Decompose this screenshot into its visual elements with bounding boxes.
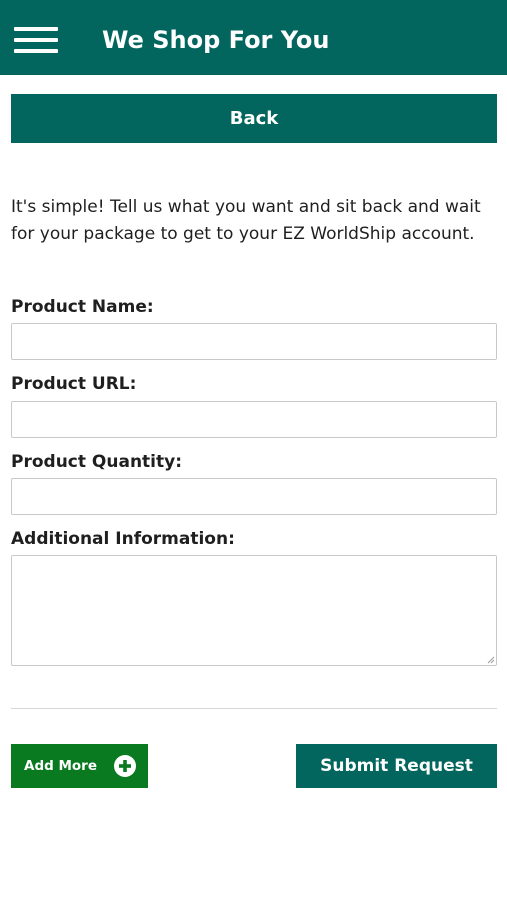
additional-information-textarea[interactable] — [11, 555, 497, 666]
menu-bar-bottom — [14, 49, 58, 53]
menu-bar-middle — [14, 38, 58, 42]
menu-bar-top — [14, 27, 58, 31]
product-quantity-input[interactable] — [11, 478, 497, 515]
back-button[interactable]: Back — [11, 94, 497, 143]
hamburger-menu-icon[interactable] — [14, 27, 58, 53]
submit-request-button[interactable]: Submit Request — [296, 744, 497, 788]
product-url-label: Product URL: — [11, 374, 137, 394]
product-name-label: Product Name: — [11, 297, 154, 317]
page-title: We Shop For You — [102, 26, 330, 54]
app-bar: We Shop For You — [0, 0, 507, 75]
additional-information-label: Additional Information: — [11, 529, 235, 549]
add-more-label: Add More — [24, 758, 97, 774]
intro-text: It's simple! Tell us what you want and s… — [11, 197, 481, 244]
product-url-input[interactable] — [11, 401, 497, 438]
product-name-input[interactable] — [11, 323, 497, 360]
plus-circle-icon — [114, 755, 136, 777]
form-divider — [11, 708, 497, 709]
product-quantity-label: Product Quantity: — [11, 452, 183, 472]
add-more-button[interactable]: Add More — [11, 744, 148, 788]
